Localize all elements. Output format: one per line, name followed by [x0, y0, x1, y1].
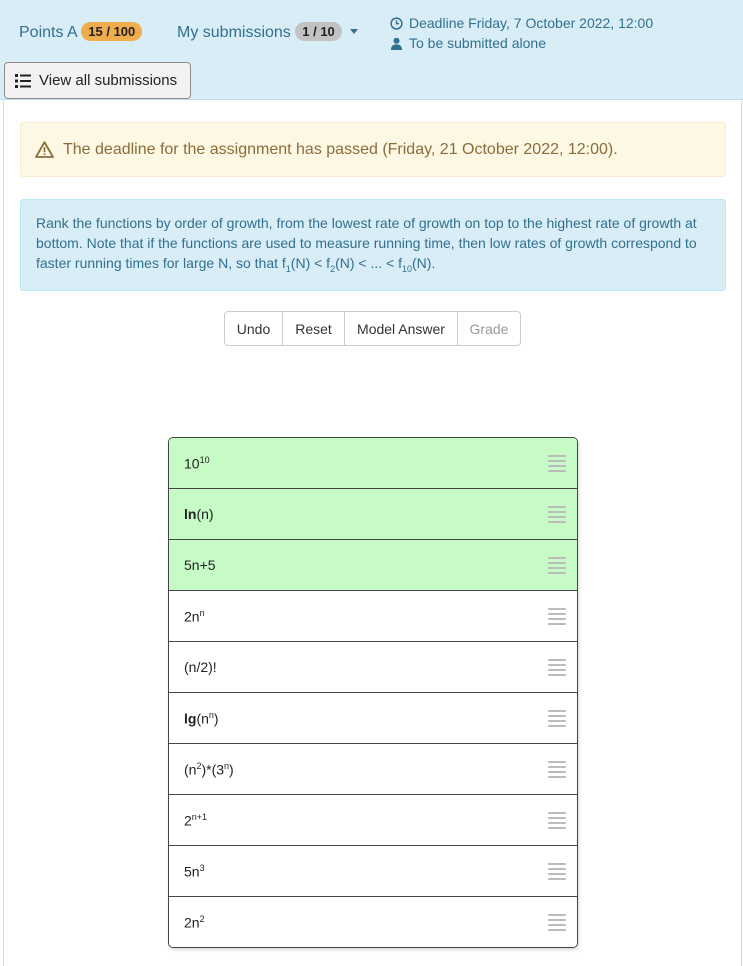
undo-button[interactable]: Undo — [224, 311, 283, 346]
function-text: ln — [184, 506, 197, 522]
action-button-group: Undo Reset Model Answer Grade — [224, 311, 521, 346]
function-label: (n2)*(3n) — [184, 761, 234, 778]
drag-handle-icon[interactable] — [548, 710, 566, 727]
warning-text: The deadline for the assignment has pass… — [63, 140, 618, 158]
superscript: 3 — [199, 862, 205, 873]
superscript: 2 — [199, 914, 205, 925]
list-item[interactable]: 2nn — [169, 591, 577, 642]
sortable-function-list: 1010 ln(n) 5n+5 2nn (n/2)! lg(nn) (n2)*(3n) 2n+… — [168, 437, 578, 948]
function-text: ) — [229, 761, 234, 778]
deadline-info: Deadline Friday, 7 October 2022, 12:00 T… — [390, 13, 653, 53]
function-label: 5n+5 — [184, 557, 216, 573]
list-item[interactable]: (n/2)! — [169, 642, 577, 693]
drag-handle-icon[interactable] — [548, 506, 566, 523]
superscript: n — [199, 607, 205, 618]
grade-button[interactable]: Grade — [457, 311, 521, 346]
function-text: (n) — [196, 506, 214, 522]
drag-handle-icon[interactable] — [548, 455, 566, 472]
model-answer-button[interactable]: Model Answer — [344, 311, 458, 346]
function-text: 5n — [184, 863, 200, 880]
drag-handle-icon[interactable] — [548, 608, 566, 625]
submissions-badge: 1 / 10 — [295, 22, 342, 41]
function-text: 2n — [184, 914, 200, 931]
submissions-label: My submissions — [177, 24, 291, 41]
warning-triangle-icon — [35, 141, 54, 158]
function-text: 10 — [184, 455, 200, 472]
drag-handle-icon[interactable] — [548, 659, 566, 676]
points-label: Points A — [19, 24, 77, 41]
points-indicator: Points A 15 / 100 — [19, 22, 143, 42]
list-item[interactable]: 1010 — [169, 438, 577, 489]
submissions-dropdown[interactable]: My submissions 1 / 10 — [177, 22, 359, 42]
reset-button[interactable]: Reset — [282, 311, 345, 346]
drag-handle-icon[interactable] — [548, 557, 566, 574]
function-text: (n — [184, 761, 197, 778]
submit-mode-text: To be submitted alone — [409, 35, 546, 51]
function-text: 2 — [184, 812, 192, 829]
list-item[interactable]: lg(nn) — [169, 693, 577, 744]
superscript: 10 — [199, 454, 210, 465]
instructions-text: (N) < ... < f — [335, 255, 402, 271]
deadline-text: Deadline Friday, 7 October 2022, 12:00 — [409, 15, 654, 31]
function-label: ln(n) — [184, 506, 214, 522]
user-icon — [390, 37, 403, 50]
function-label: 5n3 — [184, 863, 205, 880]
list-item[interactable]: ln(n) — [169, 489, 577, 540]
drag-handle-icon[interactable] — [548, 812, 566, 829]
subscript: 10 — [402, 263, 413, 274]
list-item[interactable]: (n2)*(3n) — [169, 744, 577, 795]
list-item[interactable]: 2n+1 — [169, 795, 577, 846]
page-frame-left — [3, 0, 4, 966]
function-text: lg — [184, 710, 197, 727]
list-icon — [15, 73, 31, 88]
function-label: lg(nn) — [184, 710, 219, 727]
deadline-passed-alert: The deadline for the assignment has pass… — [20, 122, 726, 177]
drag-handle-icon[interactable] — [548, 863, 566, 880]
function-text: ) — [213, 710, 219, 727]
instructions-text: (N) < f — [290, 255, 331, 271]
list-item[interactable]: 5n3 — [169, 846, 577, 897]
list-item[interactable]: 5n+5 — [169, 540, 577, 591]
function-label: 2n2 — [184, 914, 205, 931]
drag-handle-icon[interactable] — [548, 914, 566, 931]
view-all-submissions-button[interactable]: View all submissions — [4, 62, 191, 99]
function-label: (n/2)! — [184, 659, 217, 675]
superscript: n+1 — [191, 811, 208, 822]
function-text: 2n — [184, 608, 200, 625]
function-text: )*(3 — [201, 761, 225, 778]
function-text: (n/2)! — [184, 659, 217, 675]
instructions-panel: Rank the functions by order of growth, f… — [20, 199, 726, 291]
instructions-text: (N). — [412, 255, 436, 271]
function-label: 2n+1 — [184, 812, 207, 829]
function-text: 5n+5 — [184, 557, 216, 573]
points-badge: 15 / 100 — [81, 22, 143, 41]
function-label: 2nn — [184, 608, 205, 625]
function-label: 1010 — [184, 455, 210, 472]
view-all-label: View all submissions — [39, 72, 178, 89]
clock-icon — [390, 16, 403, 30]
page-frame-right — [741, 0, 742, 966]
caret-down-icon — [350, 29, 359, 34]
drag-handle-icon[interactable] — [548, 761, 566, 778]
function-text: (n — [196, 710, 209, 727]
list-item[interactable]: 2n2 — [169, 897, 577, 947]
